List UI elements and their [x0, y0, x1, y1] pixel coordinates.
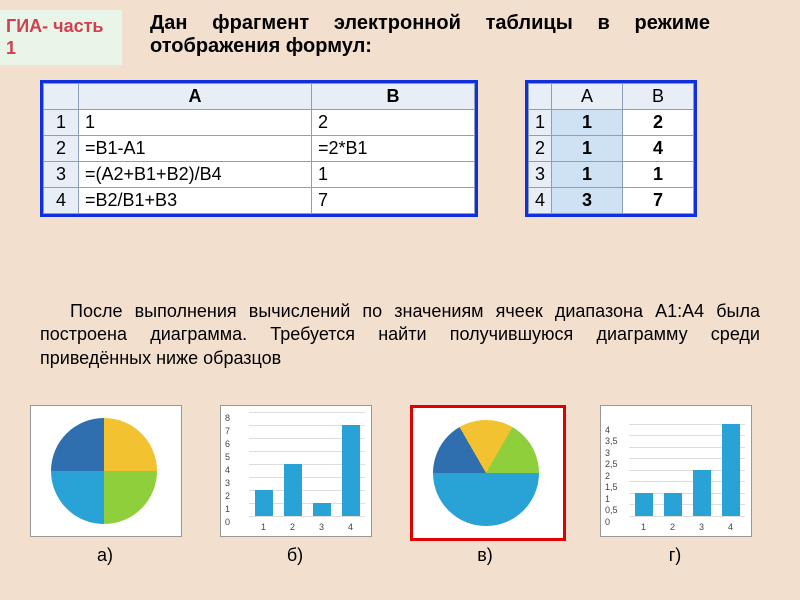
col-header-B: B — [312, 84, 475, 110]
cell: =(A2+B1+B2)/B4 — [79, 162, 312, 188]
cell: 7 — [623, 188, 694, 214]
chart-options-row: а) 0123456781234 б) в) 00,511,522,533,54… — [30, 405, 770, 575]
bar-chart-icon: 0123456781234 — [249, 412, 365, 516]
row-header: 2 — [44, 136, 79, 162]
cell: 1 — [552, 110, 623, 136]
chart-option-b: 0123456781234 — [220, 405, 372, 537]
cell: 4 — [623, 136, 694, 162]
col-header-A: A — [552, 84, 623, 110]
row-header: 1 — [44, 110, 79, 136]
cell: =B1-A1 — [79, 136, 312, 162]
badge-line2: 1 — [6, 38, 16, 58]
cell: 1 — [79, 110, 312, 136]
cell: 1 — [623, 162, 694, 188]
cell: 2 — [312, 110, 475, 136]
row-header: 1 — [529, 110, 552, 136]
col-header-B: B — [623, 84, 694, 110]
chart-option-d: 00,511,522,533,541234 — [600, 405, 752, 537]
cell: 1 — [552, 162, 623, 188]
option-label-c: в) — [410, 545, 560, 566]
row-header: 4 — [44, 188, 79, 214]
chart-option-a — [30, 405, 182, 537]
task-text: После выполнения вычислений по значениям… — [40, 300, 760, 370]
section-badge: ГИА- часть 1 — [0, 10, 122, 65]
cell: 1 — [552, 136, 623, 162]
chart-option-c — [410, 405, 566, 541]
option-label-a: а) — [30, 545, 180, 566]
row-header: 3 — [529, 162, 552, 188]
row-header: 3 — [44, 162, 79, 188]
row-header: 4 — [529, 188, 552, 214]
cell: 1 — [312, 162, 475, 188]
pie-chart-icon — [51, 418, 157, 524]
pie-chart-icon — [433, 420, 539, 526]
row-header: 2 — [529, 136, 552, 162]
corner-cell — [44, 84, 79, 110]
page-title: Дан фрагмент электронной таблицы в режим… — [150, 12, 710, 58]
cell: 3 — [552, 188, 623, 214]
option-label-d: г) — [600, 545, 750, 566]
cell: =2*B1 — [312, 136, 475, 162]
spreadsheet-values: A B 1 1 2 2 1 4 3 1 1 4 3 7 — [525, 80, 697, 217]
option-label-b: б) — [220, 545, 370, 566]
corner-cell — [529, 84, 552, 110]
cell: =B2/B1+B3 — [79, 188, 312, 214]
spreadsheet-formulas: A B 1 1 2 2 =B1-A1 =2*B1 3 =(A2+B1+B2)/B… — [40, 80, 478, 217]
bar-chart-icon: 00,511,522,533,541234 — [629, 412, 745, 516]
cell: 2 — [623, 110, 694, 136]
cell: 7 — [312, 188, 475, 214]
badge-line1: ГИА- часть — [6, 16, 104, 36]
col-header-A: A — [79, 84, 312, 110]
